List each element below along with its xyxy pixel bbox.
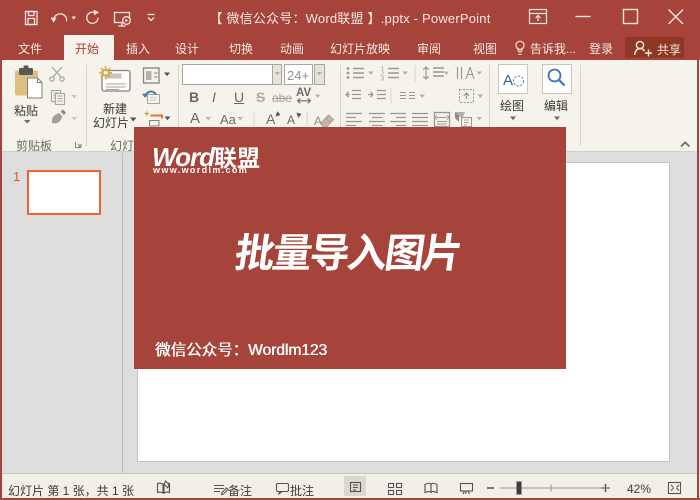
svg-text:3: 3 [381, 77, 384, 83]
svg-text:A: A [314, 114, 322, 128]
svg-text:A: A [503, 72, 513, 89]
